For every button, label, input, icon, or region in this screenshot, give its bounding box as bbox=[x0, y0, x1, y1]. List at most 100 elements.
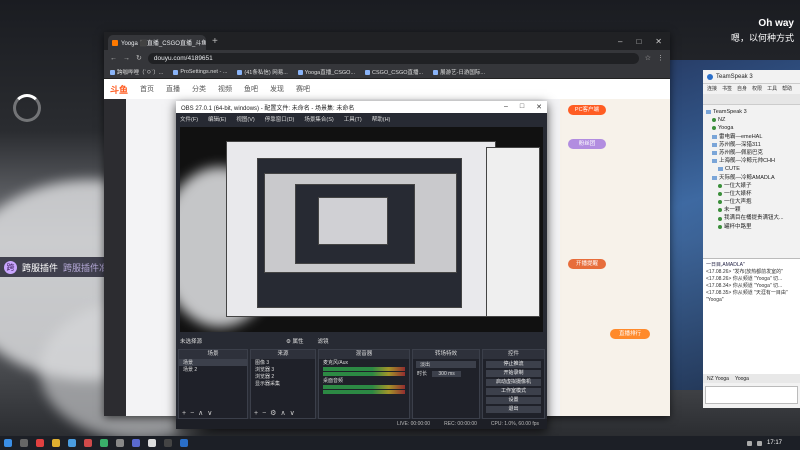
duration-input[interactable]: 300 ms bbox=[432, 371, 461, 377]
source-add-remove-icon[interactable]: +−⚙∧∨ bbox=[254, 409, 299, 417]
ts-menu-item[interactable]: 工具 bbox=[767, 85, 777, 92]
taskbar-app-icon[interactable] bbox=[52, 439, 60, 447]
volume-icon[interactable] bbox=[756, 440, 762, 446]
bookmark-item[interactable]: (41条私信) 网易... bbox=[237, 68, 288, 76]
menu-tools[interactable]: 工具(T) bbox=[344, 115, 362, 123]
douyu-logo[interactable]: 斗鱼 bbox=[110, 83, 128, 96]
filters-button[interactable]: 滤镜 bbox=[317, 337, 328, 345]
menu-scene-collection[interactable]: 场景集合(S) bbox=[304, 115, 333, 123]
ts-server-node[interactable]: TeamSpeak 3 bbox=[706, 108, 797, 116]
taskbar-app-icon[interactable] bbox=[132, 439, 140, 447]
transition-select[interactable]: 淡出 bbox=[416, 361, 476, 368]
ts-channel-node[interactable]: 苏州舰—深猎311 bbox=[706, 141, 797, 149]
close-icon[interactable]: ✕ bbox=[536, 103, 542, 111]
ts-menu-item[interactable]: 连接 bbox=[707, 85, 717, 92]
menu-help[interactable]: 帮助(H) bbox=[372, 115, 391, 123]
star-icon[interactable]: ☆ bbox=[645, 54, 651, 62]
taskbar-app-icon[interactable] bbox=[36, 439, 44, 447]
studio-mode-button[interactable]: 工作室模式 bbox=[486, 388, 541, 395]
ts-user-node[interactable]: 一位大声抱 bbox=[706, 198, 797, 206]
nav-item[interactable]: 发现 bbox=[270, 84, 284, 94]
bookmark-item[interactable]: Yooga直播_CSGO... bbox=[297, 68, 355, 76]
bookmark-item[interactable]: ProSettings.net - ... bbox=[173, 69, 227, 75]
ts-menu-item[interactable]: 自身 bbox=[737, 85, 747, 92]
nav-item[interactable]: 首页 bbox=[140, 84, 154, 94]
exit-button[interactable]: 退出 bbox=[486, 406, 541, 413]
scene-add-remove-icon[interactable]: +−∧∨ bbox=[182, 409, 216, 417]
network-icon[interactable] bbox=[746, 440, 752, 446]
mic-volume-meter[interactable] bbox=[323, 367, 405, 371]
taskbar-app-icon[interactable] bbox=[84, 439, 92, 447]
desktop-volume-meter[interactable] bbox=[323, 390, 405, 394]
bookmark-item[interactable]: 跨咖哔哩（`ㅇ`）... bbox=[110, 68, 163, 76]
forward-icon[interactable]: → bbox=[123, 55, 130, 62]
fan-club-button[interactable]: 粉丝团 bbox=[568, 139, 606, 149]
scene-item[interactable]: 场景 2 bbox=[179, 366, 247, 373]
desktop-volume-meter[interactable] bbox=[323, 385, 405, 389]
ts-menu-item[interactable]: 权限 bbox=[752, 85, 762, 92]
follow-reminder-button[interactable]: 开播提醒 bbox=[568, 259, 606, 269]
ts-user-node[interactable]: 我满目在桶提贵满钮大... bbox=[706, 214, 797, 222]
source-item[interactable]: 显示器采集 bbox=[251, 380, 315, 387]
maximize-icon[interactable]: □ bbox=[636, 37, 641, 46]
close-icon[interactable]: ✕ bbox=[655, 37, 662, 46]
ts-menu-item[interactable]: 书签 bbox=[722, 85, 732, 92]
back-icon[interactable]: ← bbox=[110, 55, 117, 62]
nav-item[interactable]: 分类 bbox=[192, 84, 206, 94]
menu-docks[interactable]: 停靠窗口(D) bbox=[265, 115, 295, 123]
taskbar-app-icon[interactable] bbox=[20, 439, 28, 447]
taskbar-app-icon[interactable] bbox=[100, 439, 108, 447]
start-recording-button[interactable]: 开始录制 bbox=[486, 370, 541, 377]
ts-user-node[interactable]: 一位大婊子 bbox=[706, 182, 797, 190]
ts-toolbar[interactable] bbox=[703, 94, 800, 105]
menu-view[interactable]: 视图(V) bbox=[236, 115, 254, 123]
mic-volume-meter[interactable] bbox=[323, 372, 405, 376]
obs-preview[interactable] bbox=[180, 127, 543, 332]
teamspeak-taskbar-icon[interactable] bbox=[180, 439, 188, 447]
minimize-icon[interactable]: – bbox=[618, 37, 622, 46]
source-item[interactable]: 浏览器 3 bbox=[251, 366, 315, 373]
ts-user-node[interactable]: Yooga bbox=[706, 124, 797, 132]
nav-item[interactable]: 鱼吧 bbox=[244, 84, 258, 94]
obs-taskbar-icon[interactable] bbox=[164, 439, 172, 447]
bookmark-item[interactable]: 展游艺-日游国际... bbox=[433, 68, 485, 76]
ranking-button[interactable]: 直播排行 bbox=[610, 329, 650, 339]
nav-item[interactable]: 赛吧 bbox=[296, 84, 310, 94]
url-input[interactable]: douyu.com/4189651 bbox=[147, 52, 639, 64]
scene-item[interactable]: 场景 bbox=[179, 359, 247, 366]
chat-tab[interactable]: NZ Yooga bbox=[707, 376, 729, 382]
pc-client-button[interactable]: PC客户端 bbox=[568, 105, 606, 115]
taskbar-app-icon[interactable] bbox=[68, 439, 76, 447]
stop-streaming-button[interactable]: 停止推流 bbox=[486, 361, 541, 368]
ts-channel-node[interactable]: 雷电霸—emeHAL bbox=[706, 133, 797, 141]
ts-chat-input[interactable] bbox=[705, 386, 798, 404]
nav-item[interactable]: 视频 bbox=[218, 84, 232, 94]
new-tab-icon[interactable]: + bbox=[212, 36, 218, 47]
chat-tab[interactable]: Yooga bbox=[735, 376, 749, 382]
browser-tab[interactable]: Yooga ⬛直播_CSGO直播_斗鱼 X bbox=[108, 35, 206, 50]
ts-channel-node[interactable]: CUTE bbox=[706, 165, 797, 173]
maximize-icon[interactable]: □ bbox=[520, 103, 524, 111]
clock[interactable]: 17:17 bbox=[767, 440, 782, 446]
virtual-camera-button[interactable]: 启动虚拟摄像机 bbox=[486, 379, 541, 386]
nav-item[interactable]: 直播 bbox=[166, 84, 180, 94]
menu-edit[interactable]: 编辑(E) bbox=[208, 115, 226, 123]
ts-user-node[interactable]: 罐杯中路里 bbox=[706, 223, 797, 231]
ts-channel-node[interactable]: 苏州舰—佩丽巴克 bbox=[706, 149, 797, 157]
menu-file[interactable]: 文件(F) bbox=[180, 115, 198, 123]
source-item[interactable]: 图像 3 bbox=[251, 359, 315, 366]
ts-user-node[interactable]: NZ bbox=[706, 116, 797, 124]
minimize-icon[interactable]: – bbox=[504, 103, 508, 111]
ts-user-node[interactable]: 一位大婊杯 bbox=[706, 190, 797, 198]
reload-icon[interactable]: ↻ bbox=[136, 54, 142, 62]
bookmark-item[interactable]: CSGO_CSGO直播... bbox=[365, 68, 423, 76]
ts-menu-item[interactable]: 帮助 bbox=[782, 85, 792, 92]
ts-channel-node[interactable]: 上海舰—冷鲸元帅CHH bbox=[706, 157, 797, 165]
start-icon[interactable] bbox=[4, 439, 12, 447]
menu-dots-icon[interactable]: ⋮ bbox=[657, 54, 664, 62]
properties-button[interactable]: ⚙ 属性 bbox=[286, 337, 303, 345]
taskbar-app-icon[interactable] bbox=[148, 439, 156, 447]
source-item[interactable]: 浏览器 2 bbox=[251, 373, 315, 380]
ts-channel-node[interactable]: 天际舰—冷鲸AMADLA bbox=[706, 174, 797, 182]
settings-button[interactable]: 设置 bbox=[486, 397, 541, 404]
